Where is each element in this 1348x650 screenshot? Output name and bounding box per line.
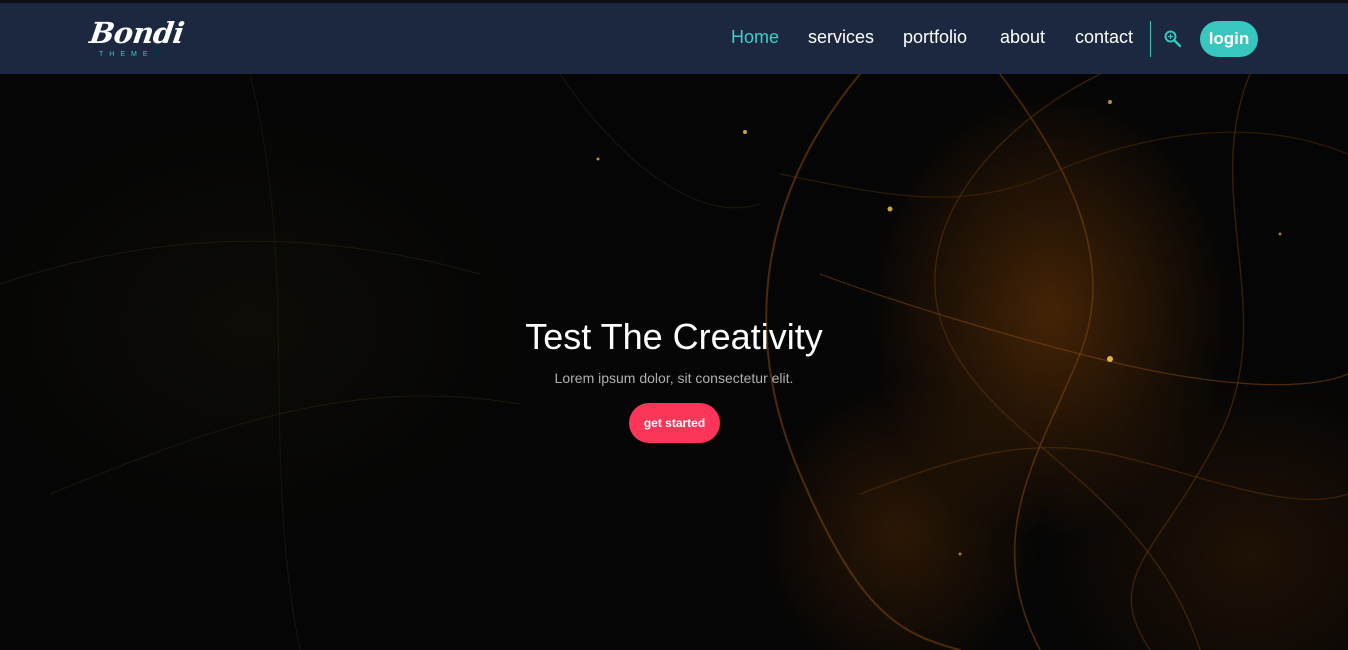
get-started-button[interactable]: get started: [629, 403, 720, 443]
nav-item-home[interactable]: Home: [731, 27, 779, 48]
page: Bondi THEME Home services portfolio abou…: [0, 0, 1348, 650]
navbar: Bondi THEME Home services portfolio abou…: [0, 3, 1348, 74]
nav-item-contact[interactable]: contact: [1075, 27, 1133, 48]
hero-title: Test The Creativity: [525, 316, 823, 357]
login-button[interactable]: login: [1200, 21, 1258, 57]
hero-section: Test The Creativity Lorem ipsum dolor, s…: [0, 74, 1348, 650]
nav-item-about[interactable]: about: [1000, 27, 1045, 48]
nav-item-services[interactable]: services: [808, 27, 874, 48]
hero-background-image: [0, 74, 1348, 650]
nav-menu: Home services portfolio about contact: [0, 3, 1348, 74]
nav-divider: [1150, 21, 1151, 57]
hero-subtitle: Lorem ipsum dolor, sit consectetur elit.: [554, 370, 794, 386]
search-icon[interactable]: [1163, 29, 1183, 49]
nav-item-portfolio[interactable]: portfolio: [903, 27, 967, 48]
